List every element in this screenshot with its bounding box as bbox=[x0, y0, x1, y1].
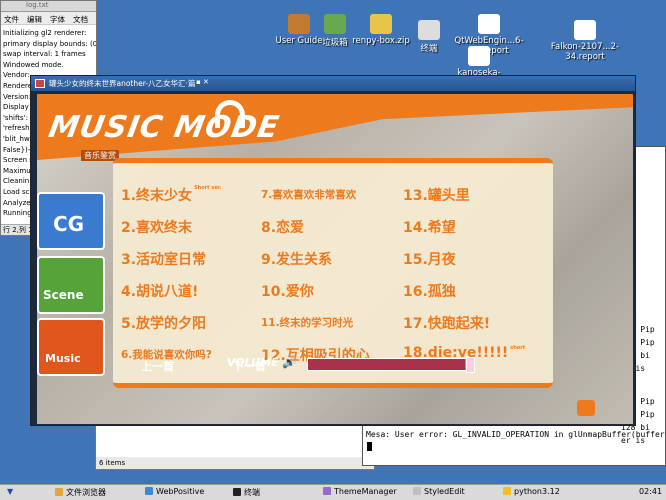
task-file-browser[interactable]: 文件浏览器 bbox=[52, 487, 109, 499]
python-icon bbox=[503, 487, 511, 495]
game-window[interactable]: 罐头少女的终末世界another-八乙女华汇·篇 ▪ ✕ MUSIC MODE … bbox=[30, 75, 636, 426]
task-python[interactable]: python3.12 bbox=[500, 487, 563, 499]
song-item[interactable]: 14.希望 bbox=[403, 217, 456, 237]
globe-icon bbox=[145, 487, 153, 495]
terminal-error-line: Mesa: User error: GL_INVALID_OPERATION i… bbox=[366, 430, 666, 439]
song-item[interactable]: 9.发生关系 bbox=[261, 249, 332, 269]
return-icon[interactable] bbox=[577, 400, 595, 416]
edit-icon bbox=[413, 487, 421, 495]
report-icon bbox=[574, 20, 596, 40]
app-icon bbox=[35, 79, 45, 88]
song-item[interactable]: 7.喜欢喜欢非常喜欢 bbox=[261, 187, 356, 202]
terminal-icon bbox=[233, 488, 241, 496]
log-menubar: 文件 编辑 字体 文档 bbox=[1, 12, 96, 25]
terminal-icon bbox=[418, 20, 440, 40]
theme-icon bbox=[323, 487, 331, 495]
clock: 02:41 bbox=[639, 487, 663, 496]
task-stylededit[interactable]: StyledEdit bbox=[410, 487, 468, 499]
volume-label: VOLUME 🔊 bbox=[227, 356, 297, 369]
headphones-icon bbox=[215, 100, 245, 128]
task-terminal[interactable]: 终端 bbox=[230, 487, 263, 499]
song-item[interactable]: 15.月夜 bbox=[403, 249, 456, 269]
window-controls[interactable]: ▪ ✕ bbox=[196, 78, 209, 86]
log-line: swap interval: 1 frames bbox=[3, 50, 86, 59]
report-icon bbox=[478, 14, 500, 34]
log-line: primary display bounds: (0, 0, 1024, 768… bbox=[3, 39, 96, 48]
song-item[interactable]: 17.快跑起来! bbox=[403, 313, 490, 333]
speaker-icon: 🔊 bbox=[282, 356, 297, 369]
cg-button[interactable]: CG bbox=[37, 192, 105, 250]
task-thememanager[interactable]: ThemeManager bbox=[320, 487, 400, 499]
menu-font[interactable]: 字体 bbox=[50, 15, 65, 24]
game-title: 罐头少女的终末世界another-八乙女华汇·篇 bbox=[49, 79, 196, 88]
game-titlebar[interactable]: 罐头少女的终末世界another-八乙女华汇·篇 ▪ ✕ bbox=[31, 76, 635, 91]
song-item[interactable]: 13.罐头里 bbox=[403, 185, 470, 205]
song-item[interactable]: 11.终末的学习时光 bbox=[261, 315, 353, 330]
song-item[interactable]: 1.终末少女 Short ver. bbox=[121, 185, 222, 205]
task-webpositive[interactable]: WebPositive bbox=[142, 487, 207, 499]
song-item[interactable]: 16.孤独 bbox=[403, 281, 456, 301]
log-window-title: log.txt bbox=[1, 1, 96, 12]
volume-slider[interactable] bbox=[307, 357, 475, 373]
folder-icon bbox=[55, 488, 63, 496]
desktop-icon-falkon-report[interactable]: Falkon-2107...2-34.report bbox=[536, 20, 634, 62]
menu-file[interactable]: 文件 bbox=[4, 15, 19, 24]
menu-edit[interactable]: 编辑 bbox=[27, 15, 42, 24]
song-item[interactable]: 2.喜欢终末 bbox=[121, 217, 192, 237]
song-item[interactable]: 3.活动室日常 bbox=[121, 249, 206, 269]
song-item[interactable]: 4.胡说八道! bbox=[121, 281, 198, 301]
taskbar: ▼ 文件浏览器 WebPositive 终端 ThemeManager Styl… bbox=[0, 484, 666, 500]
music-button[interactable]: Music bbox=[37, 318, 105, 376]
prev-track-button[interactable]: 上一首 bbox=[141, 358, 174, 374]
terminal-cursor bbox=[367, 442, 372, 451]
menu-document[interactable]: 文档 bbox=[73, 15, 88, 24]
archive-icon bbox=[468, 46, 490, 66]
start-menu-leaf-icon[interactable]: ▼ bbox=[4, 487, 16, 499]
music-mode-logo: MUSIC MODE bbox=[45, 110, 283, 145]
volume-slider-handle[interactable] bbox=[466, 357, 475, 373]
zip-icon bbox=[370, 14, 392, 34]
song-item[interactable]: 5.放学的夕阳 bbox=[121, 313, 206, 333]
log-line: Windowed mode. bbox=[3, 60, 64, 69]
song-list-panel: 1.终末少女 Short ver. 2.喜欢终末 3.活动室日常 4.胡说八道! … bbox=[113, 158, 553, 388]
file-manager-status: 6 items bbox=[96, 457, 374, 469]
log-line: Initializing gl2 renderer: bbox=[3, 29, 87, 37]
trash-icon bbox=[324, 14, 346, 34]
song-item[interactable]: 10.爱你 bbox=[261, 281, 314, 301]
music-mode-scene: MUSIC MODE 音乐鉴赏 CG Scene Music 1.终末少女 Sho… bbox=[37, 94, 633, 424]
scene-button[interactable]: Scene bbox=[37, 256, 105, 314]
song-item[interactable]: 8.恋爱 bbox=[261, 217, 304, 237]
